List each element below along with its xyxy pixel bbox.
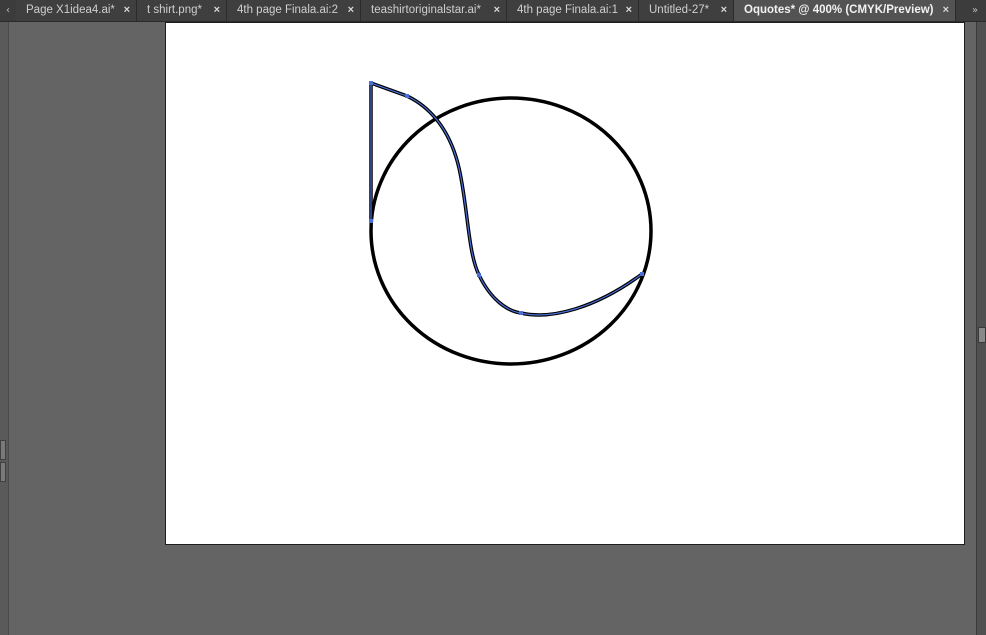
- tab-page-x1idea4[interactable]: Page X1idea4.ai* ×: [16, 0, 137, 21]
- tab-4th-page-finala-2[interactable]: 4th page Finala.ai:2 ×: [227, 0, 361, 21]
- document-tab-bar: ‹ Page X1idea4.ai* × t shirt.png* × 4th …: [0, 0, 986, 22]
- anchor-point[interactable]: [405, 94, 409, 98]
- tab-oquotes-active[interactable]: Oquotes* @ 400% (CMYK/Preview) ×: [734, 0, 956, 21]
- tab-label: teashirtoriginalstar.ai*: [371, 4, 481, 16]
- left-panel-strip: [0, 22, 9, 635]
- tab-label: 4th page Finala.ai:2: [237, 4, 339, 16]
- panel-handle[interactable]: [0, 440, 6, 460]
- close-icon[interactable]: ×: [124, 0, 130, 21]
- tab-label: Untitled-27*: [649, 4, 710, 16]
- tab-t-shirt-png[interactable]: t shirt.png* ×: [137, 0, 227, 21]
- close-icon[interactable]: ×: [214, 0, 220, 21]
- anchor-point[interactable]: [369, 81, 373, 85]
- anchor-point[interactable]: [640, 272, 644, 276]
- close-icon[interactable]: ×: [943, 0, 949, 21]
- vertical-scrollbar[interactable]: [976, 22, 986, 635]
- close-icon[interactable]: ×: [494, 0, 500, 21]
- tab-untitled-27[interactable]: Untitled-27* ×: [639, 0, 734, 21]
- selection-outline: [370, 82, 643, 316]
- illustrator-window: ‹ Page X1idea4.ai* × t shirt.png* × 4th …: [0, 0, 986, 635]
- tab-label: Page X1idea4.ai*: [26, 4, 115, 16]
- close-icon[interactable]: ×: [721, 0, 727, 21]
- close-icon[interactable]: ×: [626, 0, 632, 21]
- artwork-canvas[interactable]: [166, 23, 964, 544]
- circle-shape[interactable]: [369, 96, 653, 366]
- tab-4th-page-finala-1[interactable]: 4th page Finala.ai:1 ×: [507, 0, 639, 21]
- tab-label: t shirt.png*: [147, 4, 202, 16]
- anchor-point[interactable]: [369, 219, 373, 223]
- tab-label: Oquotes* @ 400% (CMYK/Preview): [744, 4, 934, 16]
- close-icon[interactable]: ×: [348, 0, 354, 21]
- scroll-thumb[interactable]: [978, 327, 986, 343]
- tab-teashirtoriginalstar[interactable]: teashirtoriginalstar.ai* ×: [361, 0, 507, 21]
- anchor-point[interactable]: [519, 311, 523, 315]
- curve-shape[interactable]: [369, 81, 644, 317]
- tab-label: 4th page Finala.ai:1: [517, 4, 619, 16]
- double-chevron-right-icon[interactable]: »: [968, 0, 982, 21]
- chevron-left-icon[interactable]: ‹: [0, 0, 16, 21]
- anchor-point[interactable]: [477, 273, 481, 277]
- artboard[interactable]: [165, 22, 965, 545]
- panel-handle[interactable]: [0, 462, 6, 482]
